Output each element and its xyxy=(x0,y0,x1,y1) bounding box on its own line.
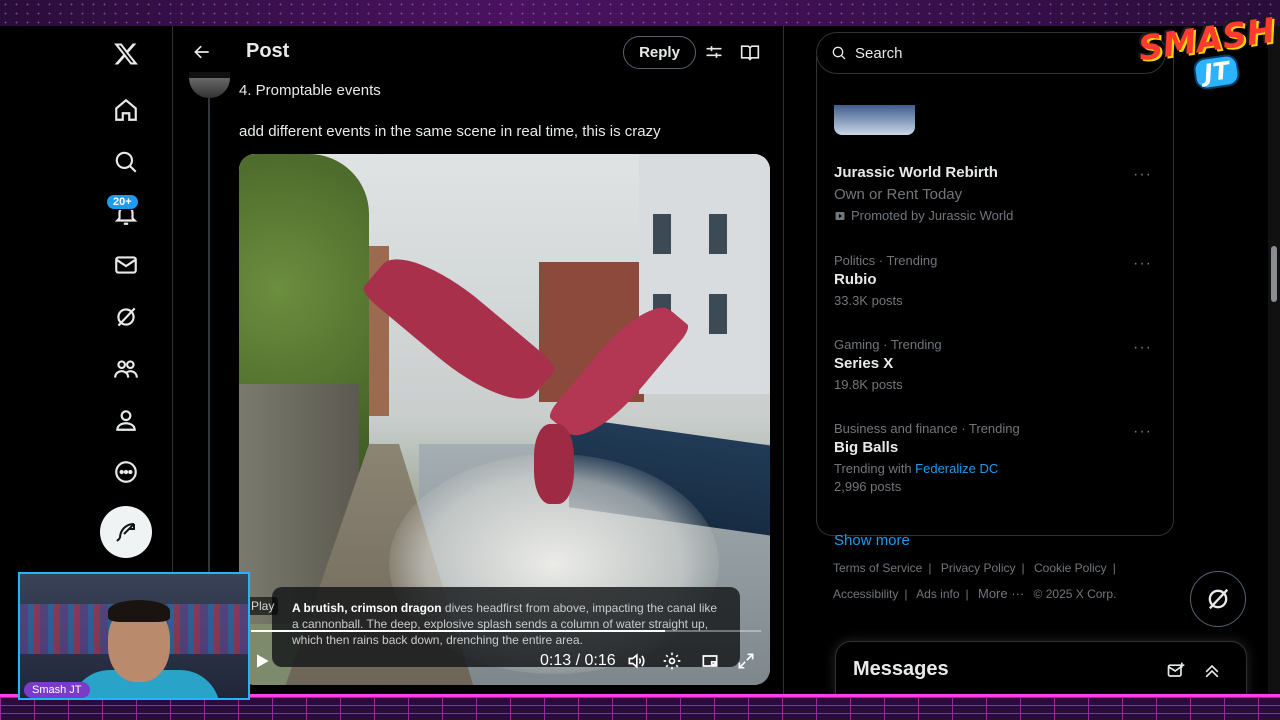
reply-button[interactable]: Reply xyxy=(623,36,696,69)
scrollbar-thumb[interactable] xyxy=(1271,246,1277,302)
promo-by-text: Promoted by Jurassic World xyxy=(851,208,1014,223)
trend-name: Series X xyxy=(834,355,894,372)
explore-search-icon[interactable] xyxy=(100,136,152,188)
webcam-overlay: Smash JT xyxy=(18,572,250,700)
communities-icon[interactable] xyxy=(100,343,152,395)
post-header: Post Reply xyxy=(173,26,783,78)
post-column: Post Reply 4. Promptable events add diff… xyxy=(172,26,784,694)
search-input[interactable] xyxy=(855,44,1115,62)
video-progress-fill xyxy=(251,630,666,632)
back-arrow-icon[interactable] xyxy=(189,39,215,65)
sidebar-footer: Terms of Service | Privacy Policy | Cookie… xyxy=(833,556,1163,607)
trend-meta: Politics · Trending xyxy=(834,253,938,268)
footer-separator: | xyxy=(1112,561,1116,575)
trending-with: Trending with Federalize DC xyxy=(834,461,1164,476)
video-progress-bar[interactable] xyxy=(251,630,761,632)
profile-icon[interactable] xyxy=(100,394,152,446)
messages-drawer[interactable]: Messages xyxy=(835,641,1247,701)
stream-frame-top xyxy=(0,0,1280,26)
footer-link[interactable]: Terms of Service xyxy=(833,561,922,575)
grok-float-icon[interactable] xyxy=(1190,571,1246,627)
footer-more-link[interactable]: More ··· xyxy=(978,586,1024,601)
webcam-name-tag: Smash JT xyxy=(24,682,90,698)
copyright: © 2025 X Corp. xyxy=(1033,587,1117,601)
picture-in-picture-icon[interactable] xyxy=(699,650,721,672)
trend-name: Big Balls xyxy=(834,439,899,456)
search-box[interactable] xyxy=(816,32,1166,74)
notifications-badge: 20+ xyxy=(106,194,139,210)
settings-gear-icon[interactable] xyxy=(661,650,683,672)
grok-icon[interactable] xyxy=(100,291,152,343)
footer-link[interactable]: Cookie Policy xyxy=(1034,561,1107,575)
promo-byline: Promoted by Jurassic World xyxy=(834,208,1164,223)
play-tooltip: Play xyxy=(247,597,279,615)
tweet-text-body: add different events in the same scene i… xyxy=(239,123,661,140)
messages-mail-icon[interactable] xyxy=(100,239,152,291)
footer-separator: | xyxy=(1021,561,1025,575)
more-dots-icon[interactable]: ··· xyxy=(1133,166,1152,184)
compose-post-button[interactable] xyxy=(100,506,152,558)
current-time: 0:13 xyxy=(540,652,572,669)
time-separator: / xyxy=(575,652,581,669)
page-scrollbar[interactable] xyxy=(1268,26,1280,694)
right-sidebar: Jurassic World Rebirth Own or Rent Today… xyxy=(816,26,1280,701)
smash-jt-logo: SMASH JT xyxy=(1132,11,1278,94)
show-more-link[interactable]: Show more xyxy=(834,532,910,549)
more-dots-icon[interactable]: ··· xyxy=(1133,339,1152,357)
search-icon xyxy=(832,46,846,60)
video-window xyxy=(709,294,727,334)
video-player[interactable]: A brutish, crimson dragon dives headfirs… xyxy=(239,154,770,685)
trend-item[interactable]: Politics · Trending Rubio 33.3K posts ··… xyxy=(834,253,1164,308)
sliders-icon[interactable] xyxy=(702,40,726,64)
duration: 0:16 xyxy=(584,652,616,669)
footer-separator: | xyxy=(904,587,908,601)
footer-link[interactable]: Ads info xyxy=(916,587,959,601)
video-window xyxy=(709,214,727,254)
video-controls: 0:13 / 0:16 xyxy=(239,642,770,678)
new-message-icon[interactable] xyxy=(1164,659,1188,683)
promoted-icon xyxy=(835,211,845,220)
more-dots-icon[interactable]: ··· xyxy=(1133,423,1152,441)
trend-count: 33.3K posts xyxy=(834,293,903,308)
fullscreen-icon[interactable] xyxy=(735,650,757,672)
trend-item[interactable]: Gaming · Trending Series X 19.8K posts ·… xyxy=(834,337,1164,392)
promo-subtitle: Own or Rent Today xyxy=(834,186,963,203)
promo-title: Jurassic World Rebirth xyxy=(834,164,998,181)
more-dots-icon[interactable]: ··· xyxy=(1133,255,1152,273)
trends-panel: Jurassic World Rebirth Own or Rent Today… xyxy=(816,56,1174,549)
video-window xyxy=(653,214,671,254)
more-options-icon[interactable] xyxy=(100,446,152,498)
expand-chevron-up-icon[interactable] xyxy=(1200,659,1224,683)
trend-name: Rubio xyxy=(834,271,877,288)
trend-count: 2,996 posts xyxy=(834,479,902,494)
trending-with-label: Trending with xyxy=(834,461,916,476)
tweet-text-heading: 4. Promptable events xyxy=(239,82,381,99)
video-timestamp: 0:13 / 0:16 xyxy=(540,652,616,670)
page-title: Post xyxy=(246,40,290,62)
footer-link[interactable]: Privacy Policy xyxy=(941,561,1016,575)
footer-separator: | xyxy=(928,561,932,575)
trend-meta: Business and finance · Trending xyxy=(834,421,1020,436)
reader-book-icon[interactable] xyxy=(738,40,762,64)
logo-text-jt: JT xyxy=(1191,53,1242,91)
play-icon[interactable] xyxy=(251,650,273,672)
messages-title: Messages xyxy=(853,658,949,680)
trend-meta: Gaming · Trending xyxy=(834,337,942,352)
video-dragon-body xyxy=(534,424,574,504)
trending-with-link[interactable]: Federalize DC xyxy=(915,461,998,476)
caption-highlight: A brutish, crimson dragon xyxy=(292,601,442,615)
promo-thumbnail[interactable] xyxy=(834,105,915,135)
feather-icon xyxy=(116,523,135,542)
trend-item[interactable]: Business and finance · Trending Big Ball… xyxy=(834,421,1164,494)
footer-separator: | xyxy=(965,587,969,601)
x-logo-icon[interactable] xyxy=(100,28,152,80)
footer-link[interactable]: Accessibility xyxy=(833,587,898,601)
trend-count: 19.8K posts xyxy=(834,377,903,392)
webcam-hair xyxy=(108,600,170,622)
promoted-trend[interactable]: Jurassic World Rebirth Own or Rent Today… xyxy=(834,164,1164,223)
home-icon[interactable] xyxy=(100,84,152,136)
volume-icon[interactable] xyxy=(625,650,647,672)
